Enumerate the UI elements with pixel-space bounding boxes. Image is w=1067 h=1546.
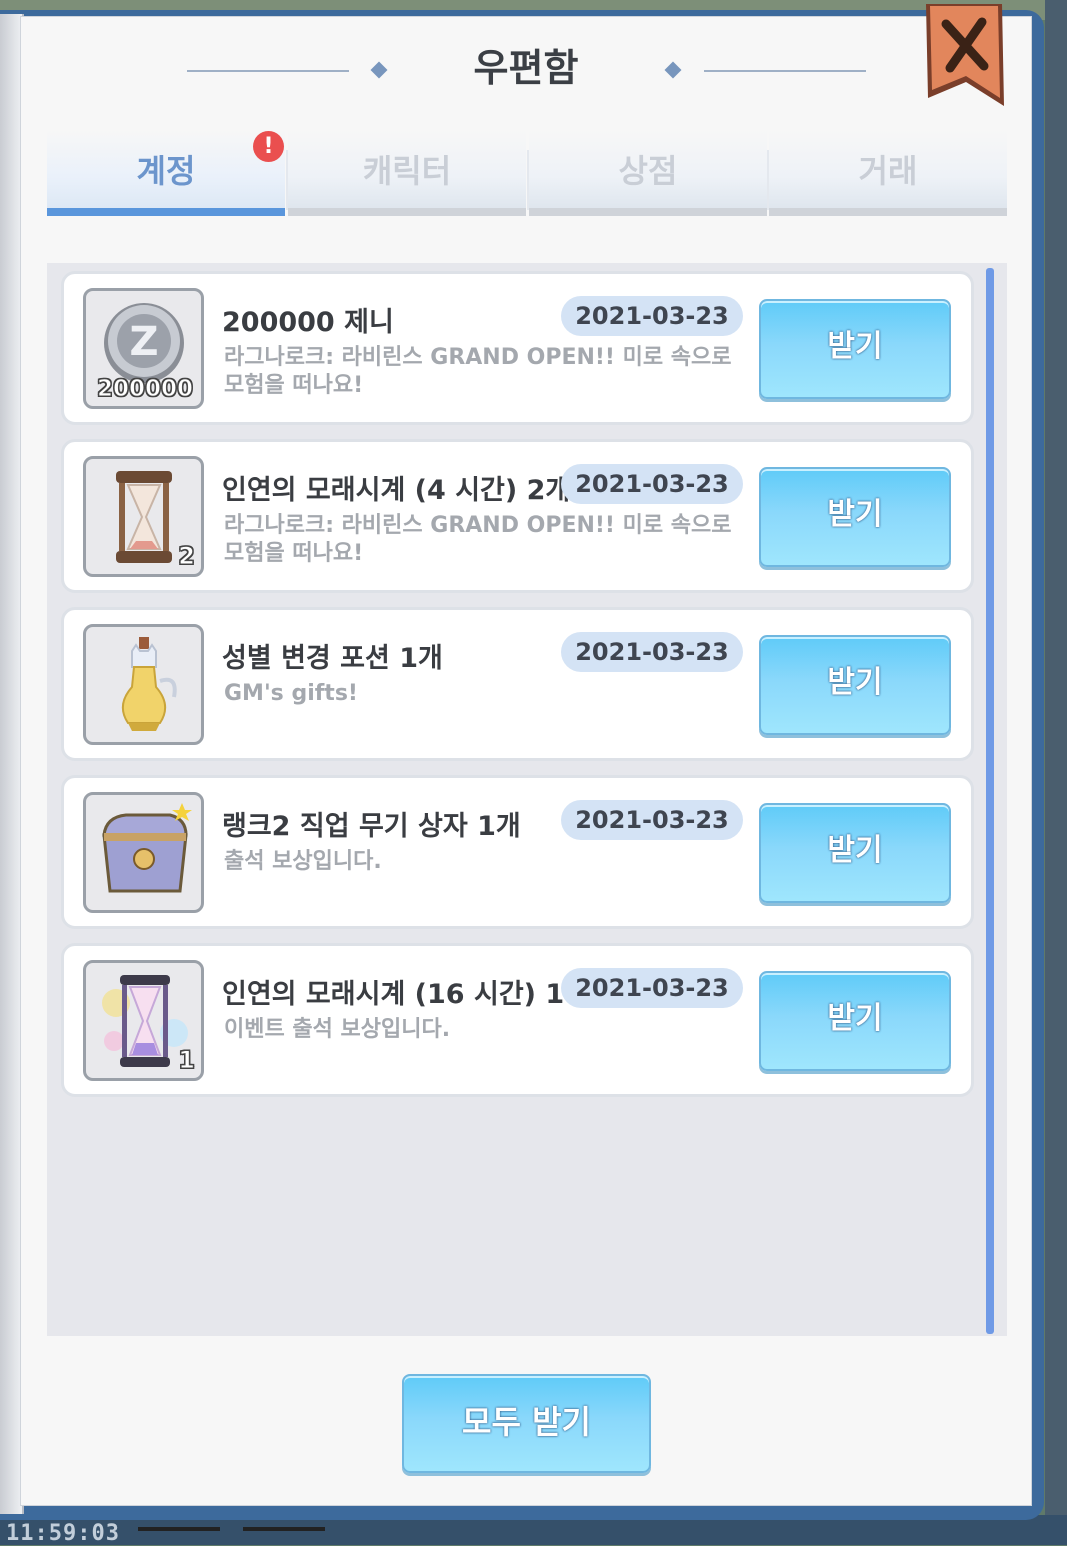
close-button[interactable] [922, 2, 1008, 110]
mail-description: 라그나로크: 라비린스 GRAND OPEN!! 미로 속으로 모험을 떠나요! [224, 345, 732, 398]
hourglass-icon: 2 [83, 456, 204, 577]
x-close-icon [926, 4, 1004, 106]
claim-button[interactable]: 받기 [759, 971, 951, 1071]
zeny-coin-icon: Z 200000 [83, 288, 204, 409]
svg-text:Z: Z [129, 319, 158, 365]
claim-button[interactable]: 받기 [759, 803, 951, 903]
status-bar-2 [243, 1527, 325, 1531]
tab-label: 거래 [858, 152, 918, 190]
treasure-chest-icon [83, 792, 204, 913]
mail-description: 출석 보상입니다. [224, 849, 382, 874]
tab-character[interactable]: 캐릭터 [288, 130, 526, 216]
tab-label: 계정 [136, 152, 196, 190]
clock: 11:59:03 [6, 1521, 120, 1546]
mail-title: 인연의 모래시계 (16 시간) 1개 [222, 979, 590, 1010]
mail-item: Z 200000 200000 제니 2021-03-23 라그나로크: 라비린… [61, 271, 974, 425]
background-right [1045, 0, 1067, 1545]
tab-label: 상점 [618, 152, 678, 190]
claim-all-button[interactable]: 모두 받기 [402, 1374, 651, 1473]
tab-account[interactable]: 계정 [47, 130, 285, 216]
cat-potion-icon [83, 624, 204, 745]
tab-shop[interactable]: 상점 [529, 130, 767, 216]
tab-label: 캐릭터 [362, 152, 452, 190]
tab-trade[interactable]: 거래 [769, 130, 1007, 216]
mail-item: 성별 변경 포션 1개 2021-03-23 GM's gifts! 받기 [61, 607, 974, 761]
mail-date: 2021-03-23 [561, 296, 743, 336]
mail-description: 라그나로크: 라비린스 GRAND OPEN!! 미로 속으로 모험을 떠나요! [224, 513, 732, 566]
header-divider-right [704, 70, 866, 72]
notification-badge: ! [253, 131, 284, 162]
mail-date: 2021-03-23 [561, 800, 743, 840]
mail-description: GM's gifts! [224, 681, 358, 706]
mail-item: 1 인연의 모래시계 (16 시간) 1개 2021-03-23 이벤트 출석 … [61, 943, 974, 1097]
mail-date: 2021-03-23 [561, 464, 743, 504]
tab-bar: 계정 캐릭터 상점 거래 [47, 130, 1007, 218]
item-quantity: 200000 [96, 376, 193, 403]
mail-item: 랭크2 직업 무기 상자 1개 2021-03-23 출석 보상입니다. 받기 [61, 775, 974, 929]
mail-date: 2021-03-23 [561, 632, 743, 672]
item-quantity: 2 [178, 542, 196, 571]
mail-date: 2021-03-23 [561, 968, 743, 1008]
item-quantity: 1 [178, 1046, 196, 1075]
mail-title: 성별 변경 포션 1개 [222, 643, 443, 674]
claim-button[interactable]: 받기 [759, 467, 951, 567]
mail-title: 랭크2 직업 무기 상자 1개 [222, 811, 521, 842]
page-title: 우편함 [473, 46, 579, 90]
scrollbar[interactable] [986, 268, 994, 1334]
mail-description: 이벤트 출석 보상입니다. [224, 1017, 451, 1042]
status-bar-1 [138, 1527, 220, 1531]
rainbow-hourglass-icon: 1 [83, 960, 204, 1081]
header-divider-left [187, 70, 349, 72]
mail-title: 인연의 모래시계 (4 시간) 2개 [222, 475, 571, 506]
mail-item: 2 인연의 모래시계 (4 시간) 2개 2021-03-23 라그나로크: 라… [61, 439, 974, 593]
claim-button[interactable]: 받기 [759, 299, 951, 399]
claim-button[interactable]: 받기 [759, 635, 951, 735]
mail-title: 200000 제니 [222, 307, 394, 338]
